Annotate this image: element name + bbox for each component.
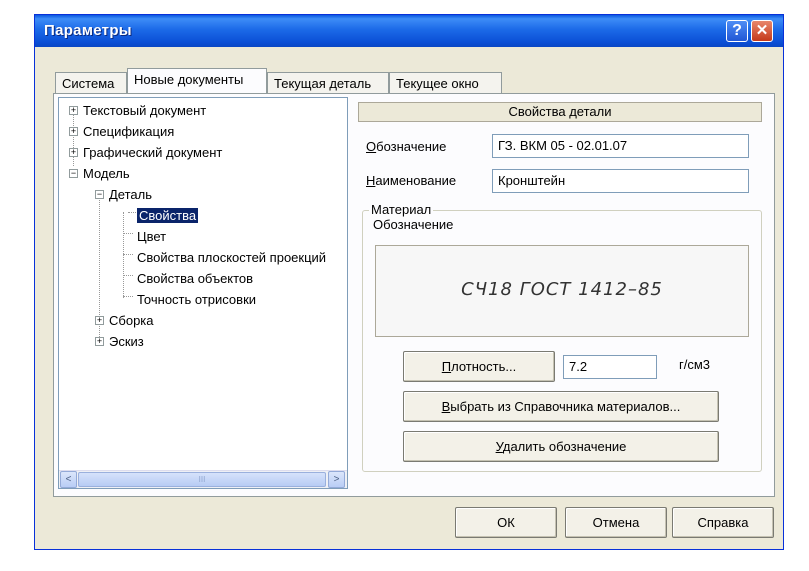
tree-line bbox=[123, 275, 133, 276]
designation-label: Обозначение bbox=[366, 139, 447, 154]
expand-icon[interactable]: + bbox=[69, 127, 78, 136]
collapse-icon[interactable]: − bbox=[95, 190, 104, 199]
choose-material-button[interactable]: Выбрать из Справочника материалов... bbox=[403, 391, 719, 422]
tree-line bbox=[73, 111, 74, 166]
tree-line bbox=[123, 233, 133, 234]
ok-button[interactable]: ОК bbox=[455, 507, 557, 538]
tree-item-text-document[interactable]: Текстовый документ bbox=[83, 101, 206, 121]
tree-line bbox=[128, 212, 136, 213]
tree-item-specification[interactable]: Спецификация bbox=[83, 122, 174, 142]
tab-new-documents[interactable]: Новые документы bbox=[127, 68, 267, 93]
density-button[interactable]: Плотность... bbox=[403, 351, 555, 382]
tree-item-object-properties[interactable]: Свойства объектов bbox=[137, 269, 253, 289]
density-field[interactable]: 7.2 bbox=[563, 355, 657, 379]
expand-icon[interactable]: + bbox=[69, 148, 78, 157]
designation-field[interactable]: ГЗ. ВКМ 05 - 02.01.07 bbox=[492, 134, 749, 158]
tree-item-assembly[interactable]: Сборка bbox=[109, 311, 154, 331]
tab-label: Система bbox=[62, 76, 115, 91]
help-button[interactable]: Справка bbox=[672, 507, 774, 538]
tab-label: Новые документы bbox=[134, 72, 244, 87]
close-icon: ✕ bbox=[755, 22, 769, 39]
tree-item-sketch[interactable]: Эскиз bbox=[109, 332, 144, 352]
tab-current-window[interactable]: Текущее окно bbox=[389, 72, 502, 93]
tree-line bbox=[123, 212, 124, 298]
tree-item-part[interactable]: Деталь bbox=[109, 185, 152, 205]
name-label: Наименование bbox=[366, 173, 457, 188]
scroll-left-button[interactable]: < bbox=[60, 471, 77, 488]
tree-item-projection-planes[interactable]: Свойства плоскостей проекций bbox=[137, 248, 326, 268]
tree-item-properties[interactable]: Свойства bbox=[137, 206, 199, 226]
delete-designation-button[interactable]: Удалить обозначение bbox=[403, 431, 719, 462]
expand-icon[interactable]: + bbox=[95, 316, 104, 325]
material-designation-label: Обозначение bbox=[373, 217, 454, 232]
scroll-thumb[interactable]: III bbox=[78, 472, 326, 487]
tab-current-part[interactable]: Текущая деталь bbox=[267, 72, 389, 93]
tree-line bbox=[123, 296, 133, 297]
help-title-button[interactable]: ? bbox=[726, 20, 748, 42]
collapse-icon[interactable]: − bbox=[69, 169, 78, 178]
expand-icon[interactable]: + bbox=[95, 337, 104, 346]
question-icon: ? bbox=[732, 22, 742, 39]
tree-item-graphic-document[interactable]: Графический документ bbox=[83, 143, 222, 163]
horizontal-scrollbar[interactable]: < III > bbox=[59, 470, 347, 488]
density-unit: г/см3 bbox=[679, 357, 711, 372]
chevron-right-icon: > bbox=[333, 474, 340, 485]
tab-label: Текущее окно bbox=[396, 76, 479, 91]
cancel-button[interactable]: Отмена bbox=[565, 507, 667, 538]
tab-panel: + Текстовый документ + Спецификация + Гр… bbox=[53, 93, 775, 497]
tab-system[interactable]: Система bbox=[55, 72, 127, 93]
name-field[interactable]: Кронштейн bbox=[492, 169, 749, 193]
material-group-label: Материал bbox=[369, 202, 434, 217]
scroll-right-button[interactable]: > bbox=[328, 471, 345, 488]
material-designation-value: СЧ18 ГОСТ 1412–85 bbox=[461, 279, 663, 300]
chevron-left-icon: < bbox=[65, 474, 72, 485]
title-bar[interactable]: Параметры ? ✕ bbox=[35, 15, 783, 47]
close-title-button[interactable]: ✕ bbox=[751, 20, 773, 42]
parameters-dialog: Параметры ? ✕ Система Новые документы Те… bbox=[34, 14, 784, 550]
tree-line bbox=[123, 254, 133, 255]
grip-icon: III bbox=[198, 475, 206, 484]
tree-item-model[interactable]: Модель bbox=[83, 164, 130, 184]
tab-label: Текущая деталь bbox=[274, 76, 372, 91]
material-group: Материал Обозначение СЧ18 ГОСТ 1412–85 П… bbox=[362, 202, 762, 472]
panel-header: Свойства детали bbox=[358, 102, 762, 122]
selected-label: Свойства bbox=[137, 208, 199, 223]
settings-tree[interactable]: + Текстовый документ + Спецификация + Гр… bbox=[58, 97, 348, 489]
expand-icon[interactable]: + bbox=[69, 106, 78, 115]
material-designation-box[interactable]: СЧ18 ГОСТ 1412–85 bbox=[375, 245, 749, 337]
tree-item-render-precision[interactable]: Точность отрисовки bbox=[137, 290, 256, 310]
window-title: Параметры bbox=[44, 22, 132, 39]
tree-item-color[interactable]: Цвет bbox=[137, 227, 166, 247]
